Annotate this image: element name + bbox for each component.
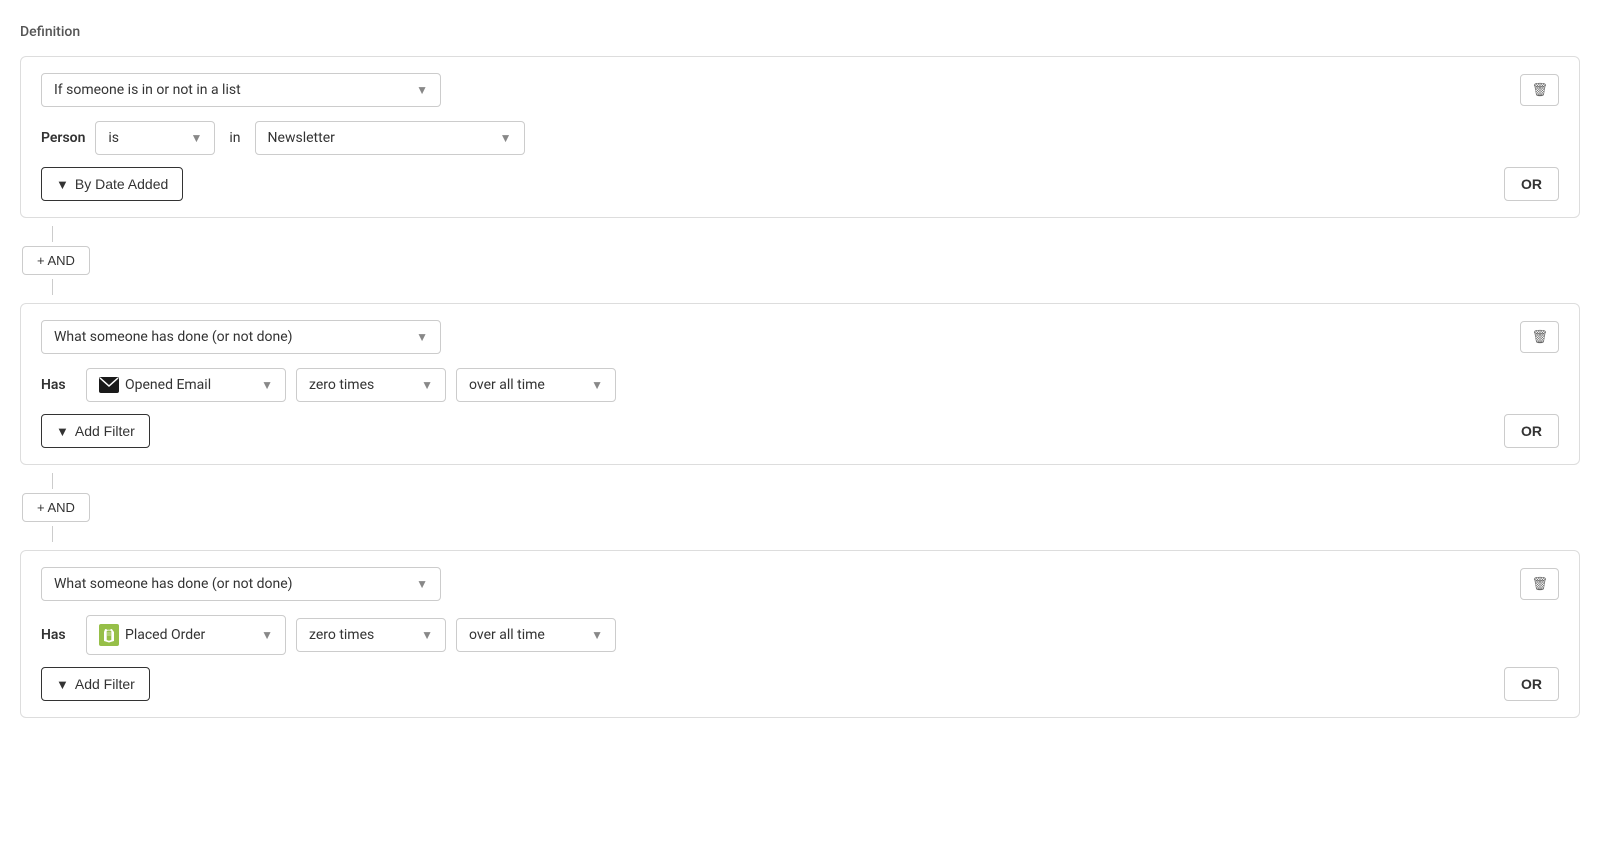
email-icon <box>99 377 119 393</box>
list-select[interactable]: Newsletter ▼ <box>255 121 525 155</box>
has-label-2: Has <box>41 377 76 393</box>
or-button-3[interactable]: OR <box>1504 667 1559 701</box>
condition-block-1: If someone is in or not in a list ▼ 🗑 Pe… <box>20 56 1580 218</box>
event-value-2: Opened Email <box>125 377 211 393</box>
event-icon-wrapper-3: Placed Order <box>99 624 205 646</box>
and-connector-1: + AND <box>20 226 1580 295</box>
page-title: Definition <box>20 24 1580 40</box>
and-connector-2: + AND <box>20 473 1580 542</box>
and-line-v-1b <box>52 279 53 295</box>
list-value: Newsletter <box>268 130 335 146</box>
times-value-2: zero times <box>309 377 374 393</box>
times-value-3: zero times <box>309 627 374 643</box>
and-line-v-2 <box>52 473 53 489</box>
add-filter-button-2[interactable]: ▼ Add Filter <box>41 414 150 448</box>
add-filter-button-3[interactable]: ▼ Add Filter <box>41 667 150 701</box>
condition-type-select-1[interactable]: If someone is in or not in a list ▼ <box>41 73 441 107</box>
chevron-down-icon-2: ▼ <box>416 330 428 344</box>
by-date-filter-label: By Date Added <box>75 176 168 192</box>
condition-type-value-1: If someone is in or not in a list <box>54 82 241 98</box>
chevron-down-icon-event-3: ▼ <box>261 628 273 642</box>
person-label: Person <box>41 130 85 146</box>
filter-icon-1: ▼ <box>56 177 69 192</box>
and-line-v-1 <box>52 226 53 242</box>
block3-condition-row: Has Placed Order ▼ zero times ▼ over all… <box>41 615 1559 655</box>
block3-filter-row: ▼ Add Filter OR <box>41 667 1559 701</box>
or-button-1[interactable]: OR <box>1504 167 1559 201</box>
chevron-down-icon-person: ▼ <box>191 131 203 145</box>
block3-top-row: What someone has done (or not done) ▼ 🗑 <box>41 567 1559 601</box>
time-range-select-2[interactable]: over all time ▼ <box>456 368 616 402</box>
condition-type-value-3: What someone has done (or not done) <box>54 576 293 592</box>
person-is-value: is <box>108 130 119 146</box>
delete-button-1[interactable]: 🗑 <box>1520 74 1559 106</box>
times-select-3[interactable]: zero times ▼ <box>296 618 446 652</box>
event-select-3[interactable]: Placed Order ▼ <box>86 615 286 655</box>
filter-icon-3: ▼ <box>56 677 69 692</box>
person-is-select[interactable]: is ▼ <box>95 121 215 155</box>
block2-condition-row: Has Opened Email ▼ zero times ▼ over all… <box>41 368 1559 402</box>
event-value-3: Placed Order <box>125 627 205 643</box>
and-line-v-2b <box>52 526 53 542</box>
chevron-down-icon-times-3: ▼ <box>421 628 433 642</box>
event-select-2[interactable]: Opened Email ▼ <box>86 368 286 402</box>
filter-icon-2: ▼ <box>56 424 69 439</box>
condition-type-select-3[interactable]: What someone has done (or not done) ▼ <box>41 567 441 601</box>
chevron-down-icon-3: ▼ <box>416 577 428 591</box>
chevron-down-icon-range-2: ▼ <box>591 378 603 392</box>
block2-top-row: What someone has done (or not done) ▼ 🗑 <box>41 320 1559 354</box>
in-label: in <box>225 130 244 146</box>
and-button-2[interactable]: + AND <box>22 493 90 522</box>
event-icon-wrapper-2: Opened Email <box>99 377 211 393</box>
time-range-value-3: over all time <box>469 627 545 643</box>
chevron-down-icon-1: ▼ <box>416 83 428 97</box>
condition-type-value-2: What someone has done (or not done) <box>54 329 293 345</box>
block1-condition-row: Person is ▼ in Newsletter ▼ <box>41 121 1559 155</box>
chevron-down-icon-range-3: ▼ <box>591 628 603 642</box>
condition-block-2: What someone has done (or not done) ▼ 🗑 … <box>20 303 1580 465</box>
chevron-down-icon-list: ▼ <box>500 131 512 145</box>
chevron-down-icon-times-2: ▼ <box>421 378 433 392</box>
block1-filter-row: ▼ By Date Added OR <box>41 167 1559 201</box>
chevron-down-icon-event-2: ▼ <box>261 378 273 392</box>
times-select-2[interactable]: zero times ▼ <box>296 368 446 402</box>
has-label-3: Has <box>41 627 76 643</box>
delete-button-3[interactable]: 🗑 <box>1520 568 1559 600</box>
delete-button-2[interactable]: 🗑 <box>1520 321 1559 353</box>
by-date-filter-button[interactable]: ▼ By Date Added <box>41 167 183 201</box>
and-button-1[interactable]: + AND <box>22 246 90 275</box>
add-filter-label-3: Add Filter <box>75 676 135 692</box>
add-filter-label-2: Add Filter <box>75 423 135 439</box>
or-button-2[interactable]: OR <box>1504 414 1559 448</box>
condition-block-3: What someone has done (or not done) ▼ 🗑 … <box>20 550 1580 718</box>
shopify-icon <box>99 624 119 646</box>
block1-top-row: If someone is in or not in a list ▼ 🗑 <box>41 73 1559 107</box>
time-range-select-3[interactable]: over all time ▼ <box>456 618 616 652</box>
block2-filter-row: ▼ Add Filter OR <box>41 414 1559 448</box>
time-range-value-2: over all time <box>469 377 545 393</box>
condition-type-select-2[interactable]: What someone has done (or not done) ▼ <box>41 320 441 354</box>
